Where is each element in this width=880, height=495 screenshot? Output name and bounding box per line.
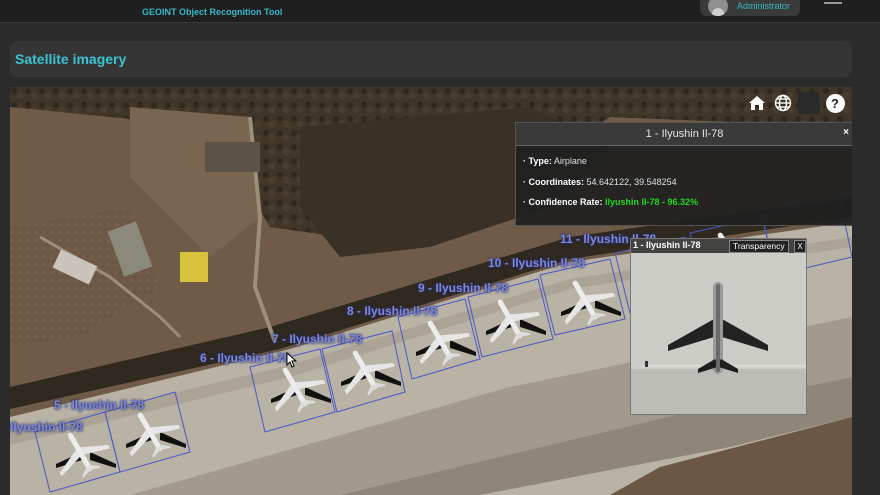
coordinates-label: · Coordinates: bbox=[523, 177, 585, 187]
hamburger-menu-icon[interactable] bbox=[824, 0, 842, 10]
detection-thumbnail: 1 - Ilyushin Il-78 Transparency X bbox=[630, 238, 807, 415]
thumbnail-header: 1 - Ilyushin Il-78 Transparency X bbox=[631, 239, 806, 253]
type-value: Airplane bbox=[553, 156, 587, 166]
popup-title: 1 - Ilyushin Il-78 bbox=[516, 123, 852, 146]
type-row: · Type: Airplane bbox=[523, 156, 587, 166]
transparency-button[interactable]: Transparency bbox=[729, 240, 789, 253]
app-subtitle: GEOINT Object Recognition Tool bbox=[142, 7, 283, 17]
detection-label[interactable]: 7 - Ilyushin Il-78 bbox=[272, 332, 362, 346]
detection-label[interactable]: 5 - Ilyushin Il-78 bbox=[54, 398, 144, 412]
help-icon[interactable]: ? bbox=[824, 92, 846, 114]
thumbnail-title: 1 - Ilyushin Il-78 bbox=[633, 240, 701, 250]
confidence-label: · Confidence Rate: bbox=[523, 197, 603, 207]
close-icon[interactable]: × bbox=[843, 127, 849, 138]
panel-header: Satellite imagery bbox=[10, 41, 852, 77]
type-label: · Type: bbox=[523, 156, 552, 166]
layer-toggle-button[interactable] bbox=[798, 92, 820, 114]
thumbnail-close-button[interactable]: X bbox=[794, 240, 806, 253]
confidence-value: Ilyushin Il-78 - 96.32% bbox=[605, 197, 699, 207]
detection-label[interactable]: 9 - Ilyushin Il-78 bbox=[418, 281, 508, 295]
detection-info-popup: 1 - Ilyushin Il-78 × · Type: Airplane · … bbox=[515, 122, 852, 226]
avatar-icon bbox=[708, 0, 728, 16]
detection-label[interactable]: Ilyushin Il-78 bbox=[10, 420, 83, 434]
detection-label[interactable]: 8 - Ilyushin Il-78 bbox=[347, 304, 437, 318]
detection-label[interactable]: 6 - Ilyushin Il-78 bbox=[200, 351, 290, 365]
panel-title: Satellite imagery bbox=[15, 51, 127, 67]
mouse-cursor-icon bbox=[286, 352, 298, 368]
airplane-thumbnail-image bbox=[631, 239, 806, 414]
globe-icon[interactable] bbox=[772, 92, 794, 114]
user-menu[interactable]: Administrator bbox=[700, 0, 800, 16]
home-icon[interactable] bbox=[746, 92, 768, 114]
confidence-row: · Confidence Rate: Ilyushin Il-78 - 96.3… bbox=[523, 197, 698, 207]
top-bar: GEOINT Object Recognition Tool Administr… bbox=[0, 0, 880, 23]
coordinates-row: · Coordinates: 54.642122, 39.548254 bbox=[523, 177, 677, 187]
detection-label[interactable]: 10 - Ilyushin Il-78 bbox=[488, 256, 585, 270]
user-role: Administrator bbox=[737, 1, 791, 11]
coordinates-value: 54.642122, 39.548254 bbox=[586, 177, 677, 187]
map-toolbar: ? bbox=[746, 92, 846, 114]
satellite-map[interactable]: 11 - Ilyushin Il-78 10 - Ilyushin Il-78 … bbox=[10, 87, 852, 495]
